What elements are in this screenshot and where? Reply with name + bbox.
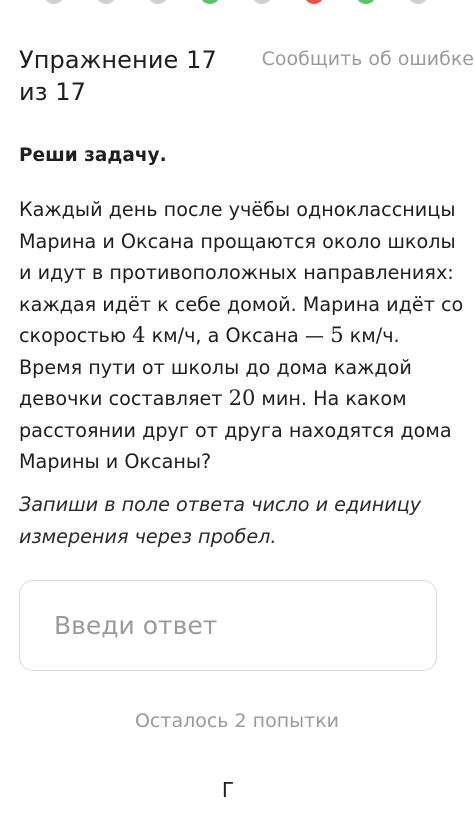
progress-dot — [44, 0, 64, 4]
answer-instruction: Запиши в поле ответа число и единицу изм… — [19, 493, 422, 548]
progress-indicator — [0, 0, 474, 6]
answer-input[interactable] — [19, 580, 437, 671]
progress-dot — [96, 0, 116, 4]
progress-dot — [356, 0, 376, 4]
progress-dot — [304, 0, 324, 4]
marina-speed-value: 4 — [132, 323, 146, 347]
attempts-remaining: Осталось 2 попытки — [134, 710, 340, 732]
progress-dot — [252, 0, 272, 4]
exercise-title: Упражнение 17 из 17 — [19, 44, 229, 108]
time-value: 20 — [228, 386, 256, 410]
exercise-title-total: из 17 — [19, 78, 87, 106]
oksana-speed-value: 5 — [330, 323, 344, 347]
exercise-title-number: Упражнение 17 — [19, 46, 217, 74]
problem-text: Каждый день после учёбы одноклассницы Ма… — [19, 194, 467, 478]
problem-text-part: км/ч, а Оксана — — [145, 324, 331, 347]
submit-button[interactable]: Г — [19, 758, 437, 818]
progress-dot — [200, 0, 220, 4]
report-error-link[interactable]: Сообщить об ошибке — [262, 46, 474, 72]
progress-dot — [148, 0, 168, 4]
progress-dot — [408, 0, 428, 4]
task-heading: Реши задачу. — [19, 145, 167, 166]
